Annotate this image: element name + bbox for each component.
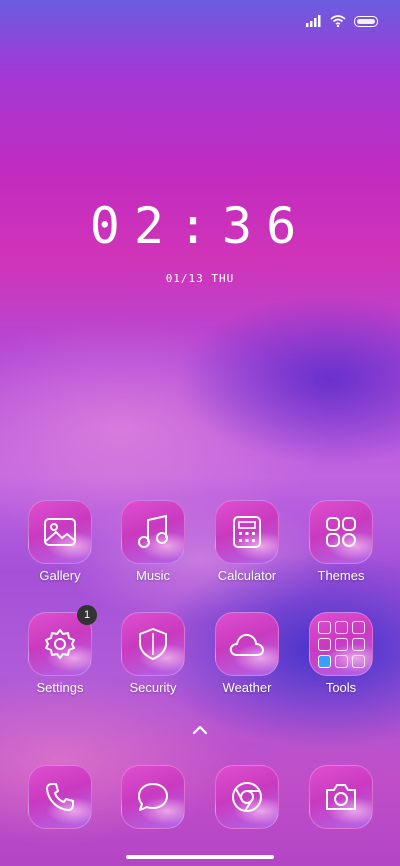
cloud-icon[interactable] <box>215 612 279 676</box>
app-label-settings: Settings <box>36 680 84 695</box>
app-settings[interactable]: 1 Settings <box>20 605 100 695</box>
folder-app-icon <box>334 637 348 651</box>
app-label-music: Music <box>136 568 170 583</box>
dock-phone[interactable] <box>20 765 100 829</box>
app-label-gallery: Gallery <box>39 568 81 583</box>
calculator-icon[interactable] <box>215 500 279 564</box>
app-themes[interactable]: Themes <box>301 500 381 583</box>
message-icon[interactable] <box>121 765 185 829</box>
app-weather[interactable]: Weather <box>207 612 287 695</box>
folder-app-icon <box>351 654 365 668</box>
chevron-up-icon[interactable] <box>190 722 210 741</box>
music-icon[interactable] <box>121 500 185 564</box>
dock-browser[interactable] <box>207 765 287 829</box>
app-gallery[interactable]: Gallery <box>20 500 100 583</box>
app-label-tools: Tools <box>325 680 357 695</box>
app-security[interactable]: Security <box>113 612 193 695</box>
app-label-weather: Weather <box>222 680 272 695</box>
folder-app-icon <box>317 620 331 634</box>
folder-icon[interactable] <box>309 612 373 676</box>
wifi-icon <box>330 12 346 31</box>
phone-icon[interactable] <box>28 765 92 829</box>
app-calculator[interactable]: Calculator <box>207 500 287 583</box>
app-label-themes: Themes <box>317 568 365 583</box>
folder-app-icon <box>334 654 348 668</box>
folder-app-icon <box>351 620 365 634</box>
app-music[interactable]: Music <box>113 500 193 583</box>
signal-icon <box>306 12 322 31</box>
folder-app-icon <box>351 637 365 651</box>
clock-time[interactable]: 02:36 <box>0 196 400 256</box>
clock-date[interactable]: 01/13 THU <box>0 272 400 285</box>
shield-icon[interactable] <box>121 612 185 676</box>
app-label-calculator: Calculator <box>217 568 277 583</box>
folder-app-icon <box>317 654 331 668</box>
folder-app-icon <box>317 637 331 651</box>
home-indicator[interactable] <box>126 855 274 859</box>
dock-messages[interactable] <box>113 765 193 829</box>
app-label-security: Security <box>129 680 177 695</box>
battery-icon <box>354 16 378 27</box>
folder-app-icon <box>334 620 348 634</box>
camera-icon[interactable] <box>309 765 373 829</box>
status-bar <box>306 12 378 31</box>
app-tools-folder[interactable]: Tools <box>301 612 381 695</box>
themes-icon[interactable] <box>309 500 373 564</box>
gear-icon[interactable]: 1 <box>28 605 97 676</box>
browser-icon[interactable] <box>215 765 279 829</box>
folder-contents <box>317 620 365 668</box>
notification-badge: 1 <box>77 605 97 625</box>
dock-camera[interactable] <box>301 765 381 829</box>
gallery-icon[interactable] <box>28 500 92 564</box>
